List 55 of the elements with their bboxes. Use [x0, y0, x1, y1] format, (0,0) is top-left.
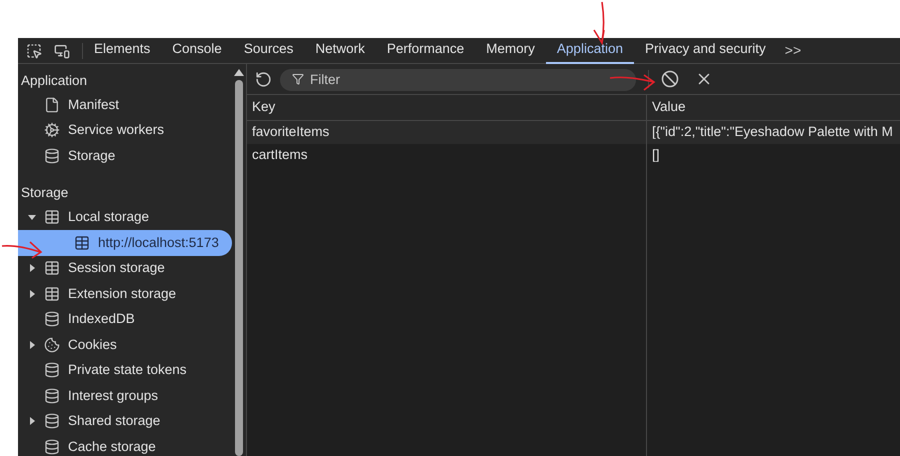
tree-item[interactable]: Interest groups	[18, 383, 232, 408]
collapsed-triangle-icon[interactable]	[28, 290, 36, 298]
devtools-tab[interactable]: Performance	[376, 38, 476, 64]
database-icon	[44, 413, 60, 430]
scrollbar-thumb[interactable]	[235, 80, 243, 456]
table-cell-text: [{"id":2,"title":"Eyeshadow Palette with M	[651, 123, 894, 142]
database-icon	[44, 362, 60, 378]
devtools-tab[interactable]: Console	[161, 38, 233, 64]
table-icon	[74, 234, 90, 251]
devtools-tab[interactable]: Privacy and security	[634, 38, 777, 64]
clear-all-icon[interactable]	[661, 70, 679, 88]
tree-item[interactable]: Service workers	[18, 118, 232, 143]
database-icon	[44, 388, 60, 404]
tree-item[interactable]: Cache storage	[18, 434, 232, 456]
column-header[interactable]: Key	[247, 95, 647, 120]
table-icon	[44, 260, 60, 276]
tree-item[interactable]: Session storage	[18, 256, 232, 281]
collapsed-triangle-icon[interactable]	[28, 417, 36, 426]
collapsed-triangle-icon[interactable]	[28, 264, 36, 272]
filter-field[interactable]: Filter	[280, 68, 636, 90]
tree-item[interactable]: Extension storage	[18, 281, 232, 306]
tree-item[interactable]: Manifest	[18, 92, 232, 118]
database-icon	[44, 311, 60, 328]
column-header[interactable]: Value	[647, 95, 900, 120]
tree-item[interactable]: Shared storage	[18, 408, 232, 434]
devtools-tab[interactable]: Memory	[475, 38, 546, 64]
more-tabs-button[interactable]: >>	[776, 40, 810, 61]
tree-item[interactable]: http://localhost:5173	[18, 230, 232, 256]
tree-item[interactable]: IndexedDB	[18, 306, 232, 332]
filter-icon	[292, 73, 304, 85]
collapsed-triangle-icon[interactable]	[28, 340, 36, 349]
tree-item[interactable]: Cookies	[18, 332, 232, 358]
table-cell: cartItems	[247, 144, 647, 167]
database-icon	[44, 148, 60, 164]
tree-item[interactable]: Local storage	[18, 204, 232, 230]
file-icon	[44, 96, 60, 113]
annotation-arrow	[608, 73, 658, 93]
inspect-icon[interactable]	[26, 42, 42, 58]
tree-item[interactable]: Storage	[18, 143, 232, 168]
cookie-icon	[44, 336, 60, 353]
table-icon	[44, 286, 60, 302]
scroll-up-icon[interactable]	[234, 68, 244, 76]
table-icon	[44, 209, 60, 226]
tree-item[interactable]: Private state tokens	[18, 358, 232, 383]
table-cell-text: []	[651, 146, 661, 164]
devtools-tab[interactable]: Network	[304, 38, 376, 64]
devtools-tab[interactable]: Sources	[232, 38, 304, 64]
section-heading: Storage	[20, 184, 70, 202]
devtools-tab[interactable]: Elements	[83, 38, 162, 64]
refresh-icon[interactable]	[255, 70, 272, 88]
expanded-triangle-icon[interactable]	[28, 213, 36, 222]
database-icon	[44, 438, 60, 455]
device-toolbar-icon[interactable]	[54, 42, 70, 58]
section-heading: Application	[20, 72, 88, 90]
gears-icon	[44, 122, 60, 138]
